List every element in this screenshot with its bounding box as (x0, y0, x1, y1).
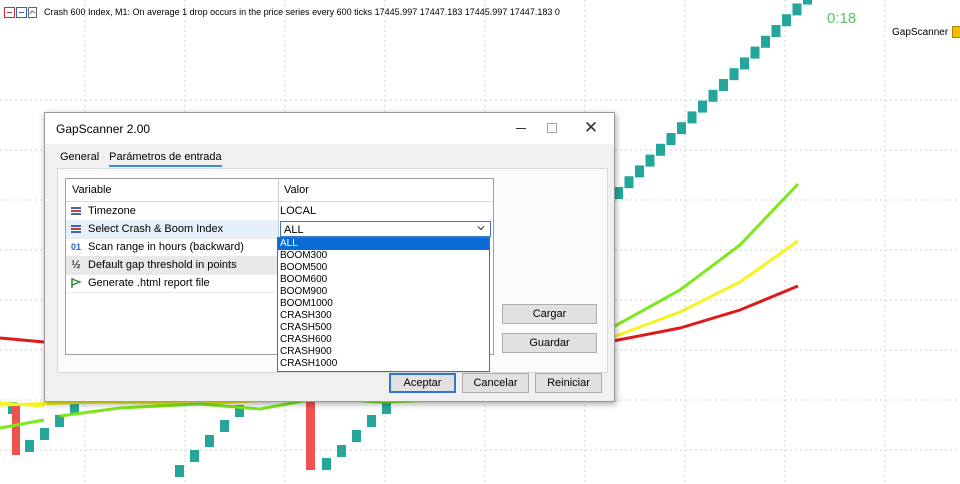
bull-candle (25, 440, 34, 452)
param-label: Scan range in hours (backward) (88, 241, 244, 253)
chart-header-text: Crash 600 Index, M1: On average 1 drop o… (44, 7, 560, 17)
param-label: Timezone (88, 205, 136, 217)
bull-candle (205, 435, 214, 447)
bool-icon (70, 278, 82, 289)
bull-candle (687, 111, 697, 124)
bull-candle (322, 458, 331, 470)
param-value[interactable]: LOCAL (280, 205, 316, 217)
green-ma-line (612, 182, 800, 329)
bull-candle (698, 100, 707, 113)
fraction-icon: ½ (71, 259, 81, 271)
bull-candle (352, 430, 361, 442)
bull-candle (175, 465, 184, 477)
cancel-button[interactable]: Cancelar (462, 373, 529, 393)
bull-candle (729, 68, 739, 81)
param-label: Select Crash & Boom Index (88, 223, 224, 235)
load-button[interactable]: Cargar (502, 304, 597, 324)
tab-general[interactable]: General (60, 151, 99, 167)
bear-candle (306, 392, 315, 470)
green-ma-line (0, 418, 45, 430)
bull-candle (792, 3, 802, 16)
dropdown-option[interactable]: BOOM1000 (278, 298, 489, 310)
ok-button[interactable]: Aceptar (389, 373, 456, 393)
column-header-value[interactable]: Valor (284, 184, 309, 196)
bull-candle (677, 122, 686, 135)
bull-candle (382, 402, 391, 414)
dropdown-option[interactable]: ALL (278, 238, 489, 250)
tab-input-parameters[interactable]: Parámetros de entrada (109, 151, 222, 167)
bar-timer: 0:18 (827, 10, 857, 27)
dropdown-option[interactable]: BOOM600 (278, 274, 489, 286)
minimize-icon[interactable] (507, 117, 535, 139)
chart-symbol-icon (4, 6, 38, 18)
enum-icon (70, 206, 82, 217)
param-label: Generate .html report file (88, 277, 210, 289)
red-ma-line (612, 284, 799, 343)
chart-header: Crash 600 Index, M1: On average 1 drop o… (4, 5, 560, 19)
index-select[interactable]: ALL (280, 221, 491, 237)
dropdown-option[interactable]: BOOM500 (278, 262, 489, 274)
dropdown-option[interactable]: CRASH900 (278, 346, 489, 358)
dialog-title: GapScanner 2.00 (56, 122, 151, 136)
bull-candle (750, 46, 760, 59)
param-row-timezone[interactable]: Timezone LOCAL (66, 202, 493, 220)
index-dropdown-list: ALL BOOM300 BOOM500 BOOM600 BOOM900 BOOM1000 C… (277, 237, 490, 372)
bull-candle (656, 143, 665, 156)
bull-candle (666, 133, 676, 145)
param-label: Default gap threshold in points (88, 259, 237, 271)
bull-candle (719, 79, 728, 91)
param-row-select-index[interactable]: Select Crash & Boom Index ALL (66, 220, 493, 238)
ea-name: GapScanner (892, 26, 949, 38)
dropdown-option[interactable]: CRASH300 (278, 310, 489, 322)
save-button[interactable]: Guardar (502, 333, 597, 353)
bull-candle (337, 445, 346, 457)
bull-candle (624, 176, 634, 189)
bull-candle (761, 35, 770, 48)
bull-candle (740, 57, 749, 70)
enum-icon (70, 224, 82, 235)
chevron-down-icon[interactable] (476, 223, 486, 236)
dropdown-option[interactable]: CRASH600 (278, 334, 489, 346)
bull-candle (614, 187, 623, 199)
red-ma-line (0, 336, 45, 344)
dropdown-option[interactable]: BOOM900 (278, 286, 489, 298)
grid-header: Variable Valor (66, 179, 493, 202)
dropdown-option[interactable]: CRASH500 (278, 322, 489, 334)
yellow-ma-line (612, 239, 799, 339)
bull-candle (220, 420, 229, 432)
bull-candle (708, 89, 718, 102)
reset-button[interactable]: Reiniciar (535, 373, 602, 393)
bull-candle (190, 450, 199, 462)
ea-status-icon (952, 26, 960, 38)
bear-candle (12, 405, 20, 455)
bull-candle (40, 428, 49, 440)
bull-candle (645, 154, 655, 167)
index-select-value: ALL (284, 224, 304, 236)
dropdown-option[interactable]: BOOM300 (278, 250, 489, 262)
bull-candle (803, 0, 812, 5)
maximize-icon[interactable] (538, 117, 566, 139)
column-header-variable[interactable]: Variable (72, 184, 112, 196)
dialog-tabs: General Parámetros de entrada (60, 151, 222, 167)
expert-advisor-label[interactable]: GapScanner (892, 26, 960, 38)
bull-candle (367, 415, 376, 427)
bull-candle (635, 165, 644, 178)
dropdown-option[interactable]: CRASH1000 (278, 358, 489, 370)
bull-candle (782, 14, 791, 27)
close-icon[interactable]: ✕ (577, 117, 605, 139)
bull-candle (771, 25, 781, 37)
integer-icon: 01 (70, 242, 81, 252)
dialog-titlebar[interactable]: GapScanner 2.00 ✕ (45, 113, 614, 144)
